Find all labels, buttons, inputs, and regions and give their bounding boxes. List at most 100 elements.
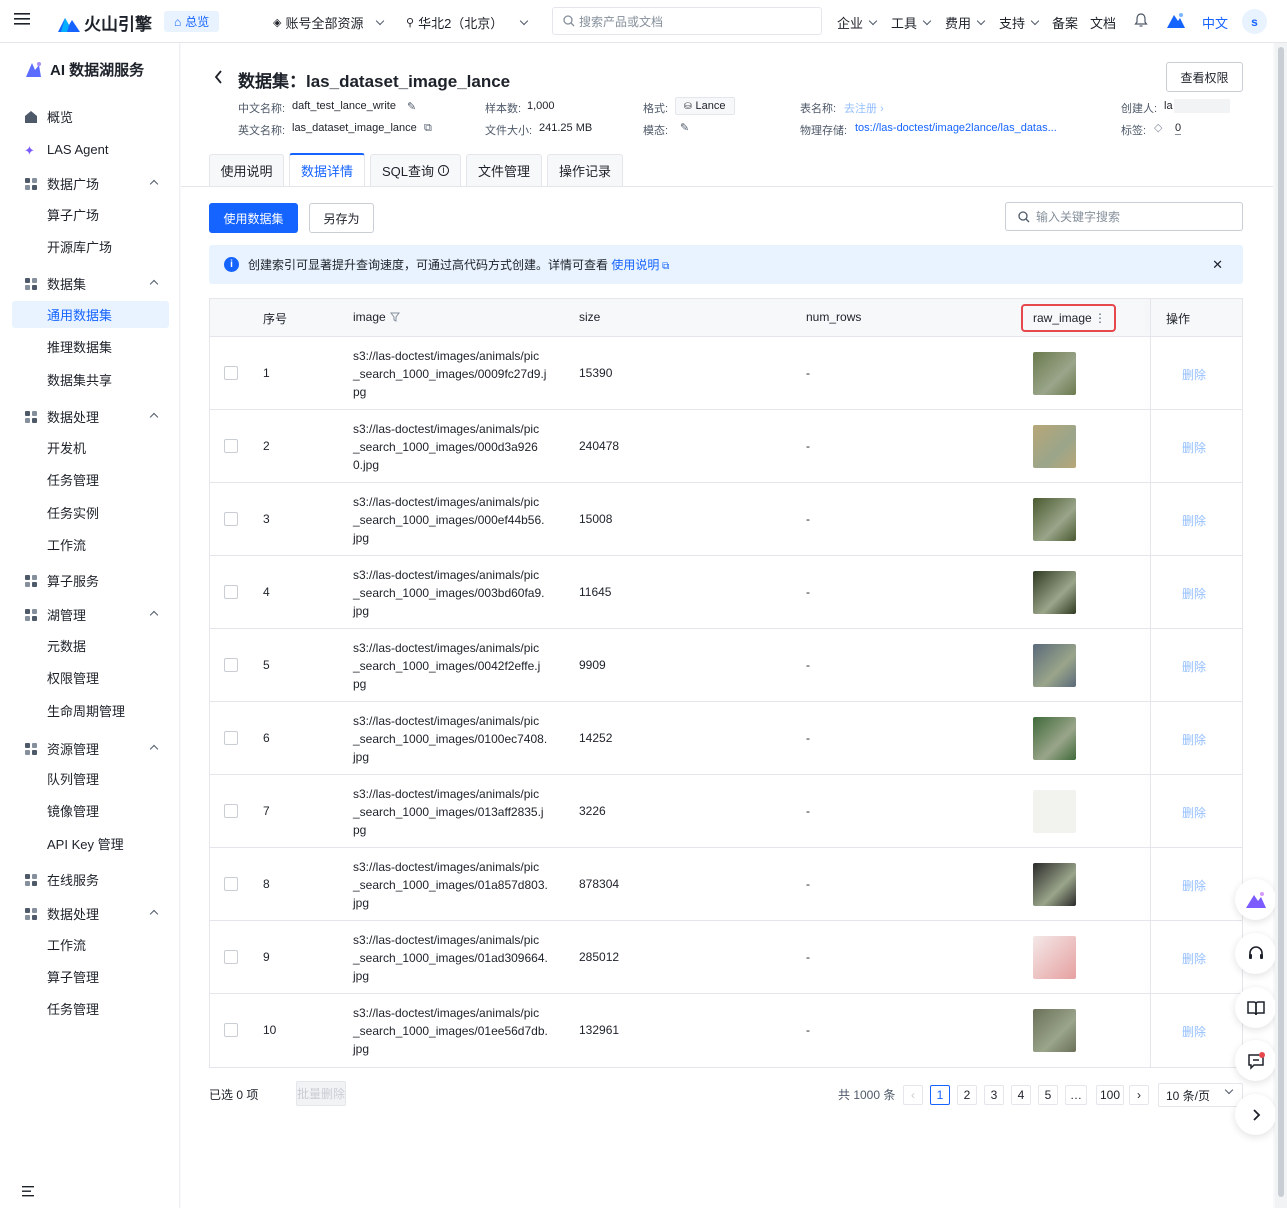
scrollbar-thumb[interactable] <box>1278 47 1284 1197</box>
page-button[interactable]: 100 <box>1096 1085 1124 1105</box>
use-dataset-button[interactable]: 使用数据集 <box>209 203 298 233</box>
sidebar-item-0[interactable]: 概览 <box>12 103 169 130</box>
next-page-button[interactable]: › <box>1129 1085 1149 1105</box>
region-selector[interactable]: ⚲ 华北2（北京） <box>406 13 529 32</box>
delete-row-button[interactable]: 删除 <box>1182 366 1206 383</box>
raw-image-thumbnail[interactable] <box>1033 936 1076 979</box>
row-checkbox[interactable] <box>224 804 238 818</box>
save-as-button[interactable]: 另存为 <box>309 203 374 233</box>
sidebar-item-15[interactable]: 湖管理 <box>12 601 169 628</box>
prev-page-button[interactable]: ‹ <box>903 1085 923 1105</box>
sidebar-subitem-22[interactable]: API Key 管理 <box>12 830 169 857</box>
sidebar-subitem-11[interactable]: 任务管理 <box>12 466 169 493</box>
page-button[interactable]: 1 <box>930 1085 950 1105</box>
sidebar-subitem-7[interactable]: 推理数据集 <box>12 333 169 360</box>
raw-image-thumbnail[interactable] <box>1033 425 1076 468</box>
delete-row-button[interactable]: 删除 <box>1182 1023 1206 1040</box>
language-switch[interactable]: 中文 <box>1202 13 1228 32</box>
avatar[interactable]: s <box>1242 9 1267 34</box>
bell-icon[interactable] <box>1134 13 1148 28</box>
chevron-up-icon[interactable] <box>149 909 159 919</box>
delete-row-button[interactable]: 删除 <box>1182 439 1206 456</box>
edit-icon[interactable]: ✎ <box>407 100 416 113</box>
tags-count[interactable]: 0 <box>1175 122 1182 135</box>
row-checkbox[interactable] <box>224 439 238 453</box>
sidebar-item-24[interactable]: 数据处理 <box>12 900 169 927</box>
link-docs[interactable]: 文档 <box>1090 13 1116 32</box>
menu-billing[interactable]: 费用 <box>945 13 986 32</box>
sidebar-subitem-21[interactable]: 镜像管理 <box>12 797 169 824</box>
sidebar-subitem-16[interactable]: 元数据 <box>12 632 169 659</box>
delete-row-button[interactable]: 删除 <box>1182 877 1206 894</box>
tab-operation-log[interactable]: 操作记录 <box>547 154 623 186</box>
row-checkbox[interactable] <box>224 366 238 380</box>
delete-row-button[interactable]: 删除 <box>1182 512 1206 529</box>
sidebar-subitem-26[interactable]: 算子管理 <box>12 963 169 990</box>
sidebar-subitem-20[interactable]: 队列管理 <box>12 765 169 792</box>
storage-link[interactable]: tos://las-doctest/image2lance/las_datas.… <box>855 122 1057 134</box>
row-checkbox[interactable] <box>224 512 238 526</box>
sidebar-subitem-4[interactable]: 开源库广场 <box>12 233 169 260</box>
raw-image-thumbnail[interactable] <box>1033 571 1076 614</box>
tab-sql-query[interactable]: SQL查询 i <box>370 154 461 186</box>
raw-image-thumbnail[interactable] <box>1033 1009 1076 1052</box>
row-checkbox[interactable] <box>224 877 238 891</box>
sidebar-item-14[interactable]: 算子服务 <box>12 567 169 594</box>
sidebar-subitem-3[interactable]: 算子广场 <box>12 201 169 228</box>
sidebar-subitem-17[interactable]: 权限管理 <box>12 664 169 691</box>
row-checkbox[interactable] <box>224 950 238 964</box>
row-checkbox[interactable] <box>224 658 238 672</box>
copy-icon[interactable]: ⧉ <box>424 122 432 135</box>
raw-image-thumbnail[interactable] <box>1033 498 1076 541</box>
delete-row-button[interactable]: 删除 <box>1182 804 1206 821</box>
view-permission-button[interactable]: 查看权限 <box>1166 62 1243 92</box>
edit-modality-icon[interactable]: ✎ <box>680 121 689 134</box>
raw-image-thumbnail[interactable] <box>1033 790 1076 833</box>
sidebar-item-23[interactable]: 在线服务 <box>12 866 169 893</box>
tab-usage[interactable]: 使用说明 <box>209 154 284 186</box>
row-checkbox[interactable] <box>224 1023 238 1037</box>
row-checkbox[interactable] <box>224 731 238 745</box>
sidebar-subitem-13[interactable]: 工作流 <box>12 531 169 558</box>
sidebar-subitem-27[interactable]: 任务管理 <box>12 995 169 1022</box>
chevron-up-icon[interactable] <box>149 610 159 620</box>
raw-image-thumbnail[interactable] <box>1033 863 1076 906</box>
sidebar-item-9[interactable]: 数据处理 <box>12 403 169 430</box>
page-scrollbar[interactable] <box>1275 43 1287 1208</box>
collapse-sidebar-icon[interactable] <box>22 1185 35 1200</box>
sidebar-item-5[interactable]: 数据集 <box>12 270 169 297</box>
delete-row-button[interactable]: 删除 <box>1182 585 1206 602</box>
menu-tools[interactable]: 工具 <box>891 13 932 32</box>
sidebar-item-1[interactable]: ✦ LAS Agent <box>12 136 169 163</box>
mountain-icon[interactable] <box>1167 12 1185 28</box>
raw-image-thumbnail[interactable] <box>1033 717 1076 760</box>
menu-icon[interactable] <box>14 12 30 26</box>
column-raw-image[interactable]: raw_image ⋮ <box>1021 304 1116 332</box>
page-button[interactable]: 2 <box>957 1085 977 1105</box>
sidebar-subitem-18[interactable]: 生命周期管理 <box>12 697 169 724</box>
ai-assistant-button[interactable] <box>1235 879 1276 920</box>
raw-image-thumbnail[interactable] <box>1033 644 1076 687</box>
page-size-select[interactable]: 10 条/页 <box>1158 1083 1243 1107</box>
page-button[interactable]: 3 <box>984 1085 1004 1105</box>
sidebar-subitem-12[interactable]: 任务实例 <box>12 499 169 526</box>
notice-link[interactable]: 使用说明 ⧉ <box>611 258 669 272</box>
sidebar-subitem-6[interactable]: 通用数据集 <box>12 301 169 328</box>
register-link[interactable]: 去注册 › <box>844 100 884 116</box>
filter-icon[interactable] <box>389 312 400 322</box>
page-button[interactable]: 4 <box>1011 1085 1031 1105</box>
docs-button[interactable] <box>1235 987 1276 1028</box>
keyword-search-input[interactable]: 输入关键字搜索 <box>1005 202 1243 231</box>
delete-row-button[interactable]: 删除 <box>1182 731 1206 748</box>
link-filing[interactable]: 备案 <box>1052 13 1078 32</box>
batch-delete-button[interactable]: 批量删除 <box>296 1081 346 1106</box>
tab-file-management[interactable]: 文件管理 <box>466 154 542 186</box>
more-vertical-icon[interactable]: ⋮ <box>1094 311 1106 325</box>
sidebar-subitem-25[interactable]: 工作流 <box>12 931 169 958</box>
brand-logo[interactable]: 火山引擎 <box>58 10 152 35</box>
menu-enterprise[interactable]: 企业 <box>837 13 878 32</box>
overview-button[interactable]: ⌂ 总览 <box>164 11 220 32</box>
close-icon[interactable]: ✕ <box>1212 257 1223 273</box>
message-button[interactable] <box>1235 1040 1276 1081</box>
chevron-up-icon[interactable] <box>149 179 159 189</box>
